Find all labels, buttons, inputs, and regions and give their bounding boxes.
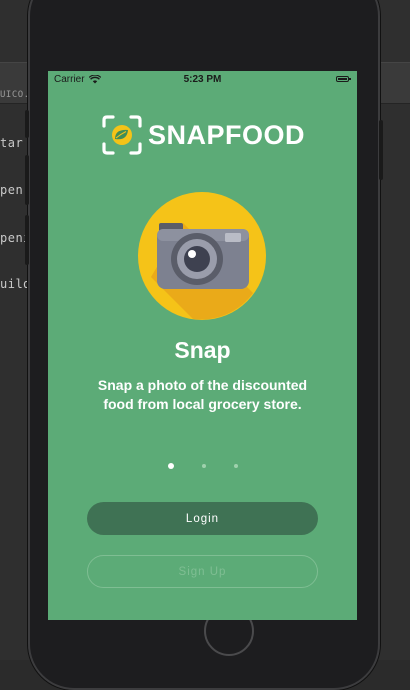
camera-leaf-logo-icon: [102, 115, 142, 155]
battery-icon: [336, 76, 351, 82]
onboarding-description: Snap a photo of the discounted food from…: [97, 377, 308, 412]
mute-switch: [25, 110, 29, 138]
status-time: 5:23 PM: [183, 74, 222, 85]
power-button: [379, 120, 383, 180]
sign-up-button[interactable]: Sign Up: [87, 555, 318, 588]
code-line: uild: [0, 277, 31, 291]
page-indicator[interactable]: [48, 463, 357, 469]
page-dot-2[interactable]: [201, 464, 206, 468]
onboarding-title: Snap: [174, 337, 231, 363]
status-bar: Carrier 5:23 PM: [48, 71, 357, 89]
volume-up-button: [25, 155, 29, 205]
logo-wordmark: SNAPFOOD: [148, 119, 306, 150]
login-button[interactable]: Login: [87, 502, 318, 535]
app-logo: SNAPFOOD: [102, 115, 305, 155]
page-dot-1[interactable]: [167, 463, 174, 469]
app-screen: Carrier 5:23 PM SNAPFOOD Snap Snap a pho…: [48, 71, 357, 620]
volume-down-button: [25, 215, 29, 265]
page-dot-3[interactable]: [233, 464, 238, 468]
code-line: tar: [0, 136, 24, 150]
camera-icon: [138, 192, 266, 320]
